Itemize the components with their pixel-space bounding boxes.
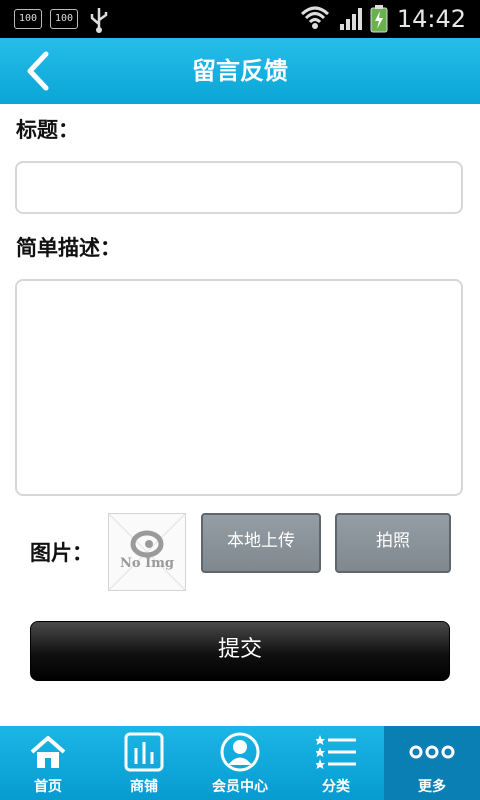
title-label: 标题：: [16, 118, 79, 142]
status-bar: 100 100 14:42: [0, 0, 480, 38]
upload-local-button[interactable]: 本地上传: [201, 513, 321, 573]
page-title: 留言反馈: [192, 57, 288, 85]
tab-label: 分类: [322, 779, 350, 795]
battery-charging-icon: [370, 5, 388, 33]
notification-badge: 100: [50, 9, 78, 29]
signal-icon: [340, 8, 362, 30]
back-button[interactable]: [18, 50, 58, 92]
tab-label: 商铺: [130, 779, 158, 795]
description-textarea[interactable]: [15, 279, 463, 496]
take-photo-button[interactable]: 拍照: [335, 513, 451, 573]
home-icon: [30, 736, 66, 768]
description-label: 简单描述：: [16, 236, 121, 260]
tab-label: 会员中心: [212, 779, 268, 795]
title-bar: 留言反馈: [0, 38, 480, 104]
tab-shop[interactable]: 商铺: [96, 726, 192, 800]
tab-label: 首页: [34, 779, 62, 795]
member-icon: [220, 732, 260, 772]
tab-label: 更多: [418, 779, 446, 795]
more-dots-icon: [409, 745, 455, 759]
tab-home[interactable]: 首页: [0, 726, 96, 800]
clock: 14:42: [396, 5, 466, 33]
tab-more[interactable]: 更多: [384, 726, 480, 800]
image-label: 图片：: [30, 541, 93, 565]
title-input[interactable]: [15, 161, 463, 214]
submit-button[interactable]: 提交: [30, 621, 450, 681]
shop-icon: [124, 732, 164, 772]
chevron-left-icon: [27, 51, 49, 91]
tab-member-center[interactable]: 会员中心: [192, 726, 288, 800]
tab-category[interactable]: 分类: [288, 726, 384, 800]
image-preview: No Img: [108, 513, 186, 591]
category-list-icon: [316, 735, 356, 769]
notification-badge: 100: [14, 9, 42, 29]
no-image-placeholder-icon: [108, 513, 186, 591]
wifi-icon: [300, 6, 330, 29]
no-image-text: No Img: [119, 556, 174, 571]
bottom-tab-bar: 首页 商铺 会员中心 分类 更多: [0, 726, 480, 800]
usb-icon: [90, 8, 108, 33]
